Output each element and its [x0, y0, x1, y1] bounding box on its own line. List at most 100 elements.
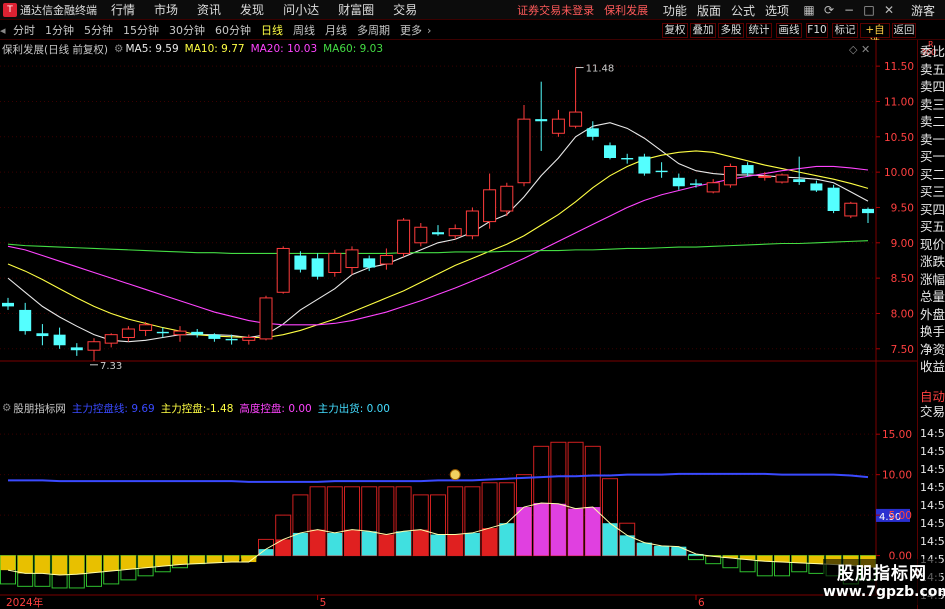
- statistics-button[interactable]: 统计: [746, 23, 772, 38]
- price-tick-label: 10.50: [884, 132, 914, 144]
- candle-body-up: [328, 252, 342, 273]
- tick-time-2: 14:56: [920, 463, 945, 476]
- close-icon[interactable]: ✕: [879, 3, 899, 17]
- mark-button[interactable]: 标记: [832, 23, 858, 38]
- quote-label-16: 换手: [920, 324, 945, 339]
- high-control-name: 高度控盘:: [239, 402, 285, 415]
- ma60-name: MA60: [323, 43, 353, 55]
- stock-name-header: 保利发展: [604, 3, 649, 17]
- period-30min[interactable]: 30分钟: [164, 22, 210, 38]
- main-control-line-name: 主力控盘线:: [71, 402, 128, 415]
- period-60min[interactable]: 60分钟: [210, 22, 256, 38]
- quote-label-11: 现价: [920, 236, 945, 252]
- main-sell-label: 主力出货: 0.00: [318, 401, 390, 416]
- indicator-filled-bar: [17, 555, 33, 574]
- menu-item-trade[interactable]: 交易: [393, 1, 417, 18]
- panel-expand-icon[interactable]: ◇ ✕: [849, 43, 870, 56]
- ma10-value: 9.77: [221, 43, 245, 55]
- candle-body-up: [465, 210, 479, 237]
- indicator-filled-bar: [241, 555, 257, 563]
- candle-body-up: [414, 226, 428, 244]
- candle-body-down: [225, 338, 238, 341]
- quote-side-panel: R 300 委比 卖五 卖四 卖三 卖二 卖一 买一 买二 买三 买四 买五 现价 涨跌 涨幅 总量 外盘 换手…: [917, 40, 945, 609]
- period-5min[interactable]: 5分钟: [79, 22, 118, 38]
- period-15min[interactable]: 15分钟: [118, 22, 164, 38]
- draw-line-button[interactable]: 画线: [776, 23, 802, 38]
- candle-body-down: [19, 309, 32, 332]
- indicator-filled-bar: [103, 555, 119, 571]
- chevron-right-icon[interactable]: ›: [427, 24, 431, 37]
- menu-item-markets[interactable]: 市场: [154, 1, 178, 18]
- price-tick-label: 9.00: [891, 238, 914, 250]
- indicator-settings-icon[interactable]: ⚙: [2, 402, 11, 414]
- candle-body-up: [242, 336, 256, 341]
- f10-button[interactable]: F10: [806, 23, 828, 38]
- indicator-filled-bar: [602, 523, 618, 556]
- candle-body-down: [621, 158, 634, 160]
- overlay-button[interactable]: 叠加: [690, 23, 716, 38]
- indicator-filled-bar: [69, 555, 85, 575]
- quote-label-18: 收益: [920, 359, 945, 374]
- quote-label-15: 外盘: [920, 306, 945, 322]
- period-more[interactable]: 更多: [395, 22, 427, 38]
- candle-body-up: [844, 202, 858, 217]
- login-warning[interactable]: 证券交易未登录: [517, 2, 594, 18]
- period-daily[interactable]: 日线: [256, 22, 288, 38]
- watermark: 股朋指标网 www.7gpzb.com: [823, 559, 945, 605]
- menu-item-function[interactable]: 功能: [663, 2, 687, 19]
- price-tick-label: 7.50: [891, 344, 914, 356]
- candle-body-up: [397, 219, 411, 254]
- candle-body-up: [173, 330, 187, 336]
- period-weekly[interactable]: 周线: [288, 22, 320, 38]
- menu-item-news[interactable]: 资讯: [197, 1, 221, 18]
- menu-item-market[interactable]: 行情: [111, 1, 135, 18]
- maximize-icon[interactable]: □: [859, 3, 879, 17]
- add-watchlist-button[interactable]: +自选: [860, 23, 890, 49]
- back-button[interactable]: 返回: [892, 23, 916, 38]
- auto-label[interactable]: 自动: [920, 386, 945, 405]
- multi-stock-button[interactable]: 多股: [718, 23, 744, 38]
- menu-item-discover[interactable]: 发现: [240, 1, 264, 18]
- app-title: 通达信金融终端: [20, 3, 97, 17]
- menu-item-ask[interactable]: 问小达: [283, 1, 319, 18]
- window-grid-icon[interactable]: ▦: [799, 3, 819, 17]
- chart-canvas[interactable]: 11.50 11.00 10.50 10.00 9.50 9.00 8.50 8.00 7.50…: [0, 40, 917, 609]
- price-tick-label: 9.50: [891, 202, 914, 214]
- money-bag-icon: [449, 469, 461, 481]
- adjust-button[interactable]: 复权: [662, 23, 688, 38]
- candle-body-down: [690, 183, 702, 185]
- trade-label[interactable]: 交易: [920, 404, 945, 420]
- candle-body-up: [379, 255, 393, 265]
- candle-body-up: [569, 111, 583, 127]
- quote-label-6: 买一: [920, 149, 945, 164]
- settings-icon[interactable]: ⚙: [114, 43, 123, 55]
- indicator-filled-bar: [808, 555, 824, 564]
- candle-body-down: [53, 334, 66, 346]
- menu-item-wealth[interactable]: 财富圈: [338, 1, 374, 18]
- minimize-icon[interactable]: −: [839, 3, 859, 17]
- period-intraday[interactable]: 分时: [8, 22, 40, 38]
- period-1min[interactable]: 1分钟: [40, 22, 79, 38]
- quote-label-8: 买三: [920, 184, 945, 199]
- menu-item-formula[interactable]: 公式: [731, 2, 755, 19]
- menu-item-options[interactable]: 选项: [765, 2, 789, 19]
- ma60-value: 9.03: [359, 43, 384, 55]
- candle-body-down: [363, 258, 376, 268]
- period-multi[interactable]: 多周期: [352, 22, 395, 38]
- ma5-value: 9.59: [155, 43, 179, 55]
- menu-item-layout[interactable]: 版面: [697, 2, 721, 19]
- scroll-left-icon[interactable]: ◂: [0, 24, 8, 37]
- indicator-filled-bar: [327, 532, 343, 556]
- indicator-filled-bar: [52, 555, 68, 576]
- ma10-label: MA10: 9.77: [184, 43, 245, 55]
- price-tick-label: 8.00: [891, 308, 914, 320]
- indicator-filled-bar: [464, 532, 480, 556]
- price-tick-label: 10.00: [884, 167, 914, 179]
- tick-time-6: 14:56: [920, 535, 945, 548]
- guest-user[interactable]: 游客: [911, 2, 935, 19]
- window-refresh-icon[interactable]: ⟳: [819, 3, 839, 17]
- period-monthly[interactable]: 月线: [320, 22, 352, 38]
- candle-body-down: [36, 333, 49, 337]
- candle-body-up: [104, 334, 118, 344]
- candle-body-down: [294, 255, 307, 270]
